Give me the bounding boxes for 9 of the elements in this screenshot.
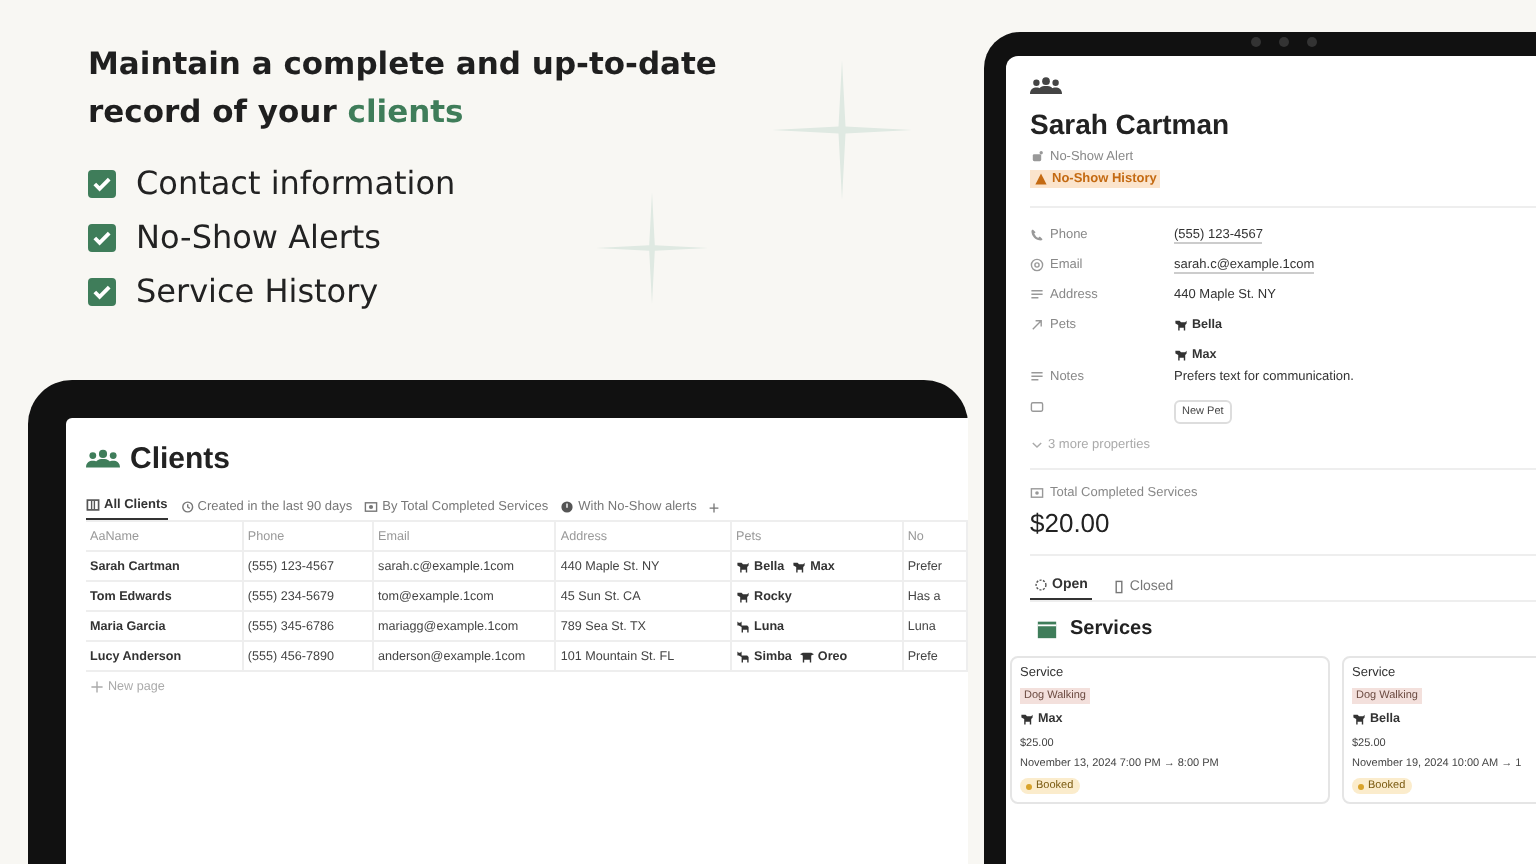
- total-value: $20.00: [1030, 508, 1112, 538]
- section-title: Services: [1070, 618, 1153, 640]
- headline: Maintain a complete and up-to-date record of your clients: [88, 44, 719, 134]
- feature-label: Contact information: [136, 164, 456, 202]
- add-view-button[interactable]: +: [708, 497, 720, 517]
- feature-label: Service History: [136, 272, 379, 310]
- feature-label: No-Show Alerts: [136, 218, 382, 256]
- client-name: Sarah Cartman: [1030, 108, 1232, 140]
- page-title: Clients: [130, 442, 231, 476]
